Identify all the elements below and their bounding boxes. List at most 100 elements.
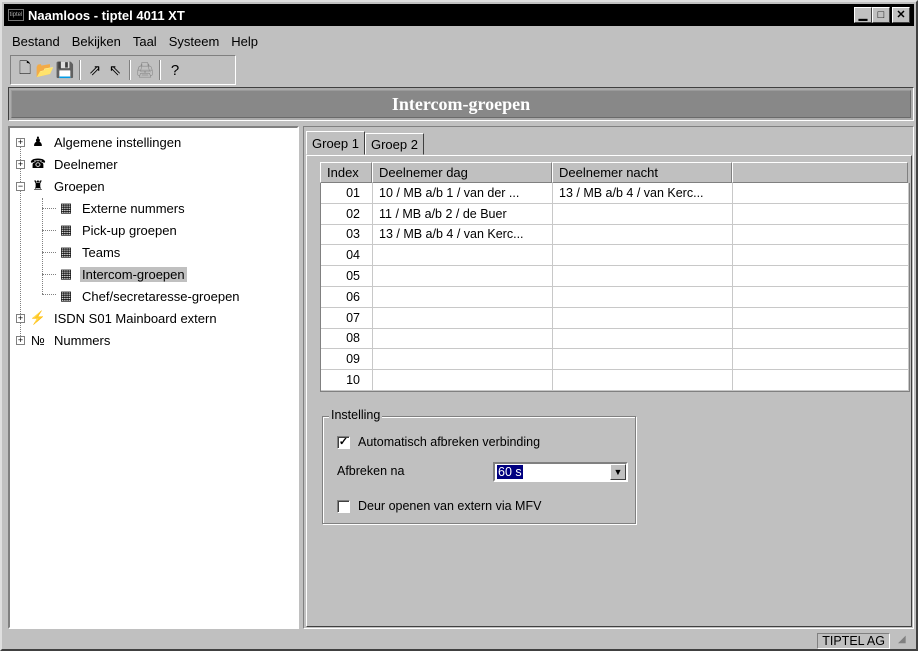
menu-bekijken[interactable]: Bekijken: [66, 34, 127, 49]
door-open-option[interactable]: Deur openen van extern via MFV: [337, 499, 541, 513]
disconnect-after-select[interactable]: 60 s ▼: [493, 462, 628, 482]
cell-night[interactable]: [553, 328, 733, 350]
table-row[interactable]: 10: [321, 370, 909, 391]
table-row[interactable]: 05: [321, 266, 909, 287]
tree-item-intercom-groepen[interactable]: ▦ Intercom-groepen: [56, 264, 187, 284]
cell-night[interactable]: [553, 266, 733, 287]
cell-night[interactable]: [553, 203, 733, 225]
tree-item-groepen[interactable]: ♜ Groepen: [28, 176, 107, 196]
status-bar: TIPTEL AG ◢: [4, 632, 914, 650]
tab-strip: Groep 1 Groep 2: [306, 131, 424, 155]
tree-item-label: Externe nummers: [82, 200, 185, 216]
door-open-checkbox[interactable]: [337, 499, 350, 513]
table-row[interactable]: 02 11 / MB a/b 2 / de Buer: [321, 203, 909, 225]
tree-item-chef-secretaresse-groepen[interactable]: ▦ Chef/secretaresse-groepen: [56, 286, 242, 306]
tree-item-nummers[interactable]: № Nummers: [28, 330, 112, 350]
tree-item-algemene-instellingen[interactable]: ♟ Algemene instellingen: [28, 132, 183, 152]
globe-person-icon: ♟: [32, 134, 44, 149]
chevron-down-icon[interactable]: ▼: [610, 464, 626, 480]
column-header-index[interactable]: Index: [320, 162, 372, 183]
cell-day[interactable]: [373, 307, 553, 329]
cell-index: 04: [321, 245, 373, 267]
new-file-icon[interactable]: 🗋: [15, 59, 35, 81]
expand-icon[interactable]: +: [16, 336, 25, 345]
table-row[interactable]: 06: [321, 286, 909, 308]
tree-item-isdn-mainboard[interactable]: ⚡ ISDN S01 Mainboard extern: [28, 308, 219, 328]
menu-help[interactable]: Help: [225, 34, 264, 49]
receive-config-icon[interactable]: ⇖: [105, 59, 125, 81]
cell-night[interactable]: [553, 224, 733, 246]
grid-header: Index Deelnemer dag Deelnemer nacht: [320, 162, 910, 183]
minimize-button[interactable]: ▁: [854, 7, 872, 23]
print-icon[interactable]: 🖨: [135, 59, 155, 81]
tree-item-label: Pick-up groepen: [82, 222, 177, 238]
tree-item-externe-nummers[interactable]: ▦ Externe nummers: [56, 198, 187, 218]
cell-day[interactable]: 13 / MB a/b 4 / van Kerc...: [373, 224, 553, 246]
cell-night[interactable]: [553, 307, 733, 329]
table-row[interactable]: 07: [321, 307, 909, 329]
tree-item-pick-up-groepen[interactable]: ▦ Pick-up groepen: [56, 220, 179, 240]
disconnect-after-label: Afbreken na: [337, 464, 405, 478]
tab-groep-2[interactable]: Groep 2: [364, 133, 424, 155]
menu-taal[interactable]: Taal: [127, 34, 163, 49]
column-header-night[interactable]: Deelnemer nacht: [552, 162, 732, 183]
collapse-icon[interactable]: −: [16, 182, 25, 191]
cell-index: 03: [321, 224, 373, 246]
cell-day[interactable]: [373, 349, 553, 371]
cell-empty: [733, 266, 909, 287]
maximize-button[interactable]: □: [872, 7, 890, 23]
menu-systeem[interactable]: Systeem: [163, 34, 226, 49]
cell-day[interactable]: [373, 245, 553, 267]
expand-icon[interactable]: +: [16, 160, 25, 169]
help-icon[interactable]: ?: [165, 59, 185, 81]
tab-groep-1[interactable]: Groep 1: [306, 131, 365, 155]
expand-icon[interactable]: +: [16, 314, 25, 323]
cell-night[interactable]: [553, 245, 733, 267]
toolbar-separator: [159, 60, 161, 80]
board-icon: ▦: [59, 244, 73, 259]
close-button[interactable]: ✕: [892, 7, 910, 23]
auto-disconnect-checkbox[interactable]: ✓: [337, 435, 350, 449]
menu-bestand[interactable]: Bestand: [6, 34, 66, 49]
cell-night[interactable]: 13 / MB a/b 4 / van Kerc...: [553, 183, 733, 204]
board-icon: ▦: [59, 288, 73, 303]
members-grid: Index Deelnemer dag Deelnemer nacht 01 1…: [320, 162, 910, 392]
cell-empty: [733, 245, 909, 267]
cell-day[interactable]: [373, 370, 553, 391]
open-folder-icon[interactable]: 📂: [35, 59, 55, 81]
tree-item-label: Nummers: [54, 332, 111, 348]
navigation-tree: + ♟ Algemene instellingen + ☎ Deelnemer …: [8, 126, 299, 629]
status-company: TIPTEL AG: [817, 633, 890, 649]
cell-day[interactable]: 10 / MB a/b 1 / van der ...: [373, 183, 553, 204]
table-row[interactable]: 03 13 / MB a/b 4 / van Kerc...: [321, 224, 909, 246]
tree-item-teams[interactable]: ▦ Teams: [56, 242, 122, 262]
toolbar-separator: [79, 60, 81, 80]
cell-empty: [733, 203, 909, 225]
page-title: Intercom-groepen: [391, 93, 531, 114]
send-config-icon[interactable]: ⇗: [85, 59, 105, 81]
save-disk-icon[interactable]: 💾: [55, 59, 75, 81]
cell-day[interactable]: [373, 266, 553, 287]
tree-item-deelnemer[interactable]: ☎ Deelnemer: [28, 154, 120, 174]
title-bar[interactable]: tiptel Naamloos - tiptel 4011 XT ▁ □ ✕: [4, 4, 914, 26]
table-row[interactable]: 09: [321, 349, 909, 371]
expand-icon[interactable]: +: [16, 138, 25, 147]
cell-day[interactable]: [373, 328, 553, 350]
table-row[interactable]: 04: [321, 245, 909, 267]
cell-night[interactable]: [553, 286, 733, 308]
cell-day[interactable]: 11 / MB a/b 2 / de Buer: [373, 203, 553, 225]
table-row[interactable]: 01 10 / MB a/b 1 / van der ... 13 / MB a…: [321, 183, 909, 204]
cell-night[interactable]: [553, 349, 733, 371]
cell-day[interactable]: [373, 286, 553, 308]
cell-empty: [733, 349, 909, 371]
cell-night[interactable]: [553, 370, 733, 391]
cell-index: 08: [321, 328, 373, 350]
content-panel: Groep 1 Groep 2 Index Deelnemer dag Deel…: [303, 126, 914, 629]
table-row[interactable]: 08: [321, 328, 909, 350]
resize-grip-icon[interactable]: ◢: [898, 634, 912, 648]
section-banner: Intercom-groepen: [8, 87, 914, 121]
auto-disconnect-option[interactable]: ✓ Automatisch afbreken verbinding: [337, 435, 540, 449]
column-header-day[interactable]: Deelnemer dag: [372, 162, 552, 183]
board-icon: ▦: [59, 222, 73, 237]
cell-empty: [733, 328, 909, 350]
